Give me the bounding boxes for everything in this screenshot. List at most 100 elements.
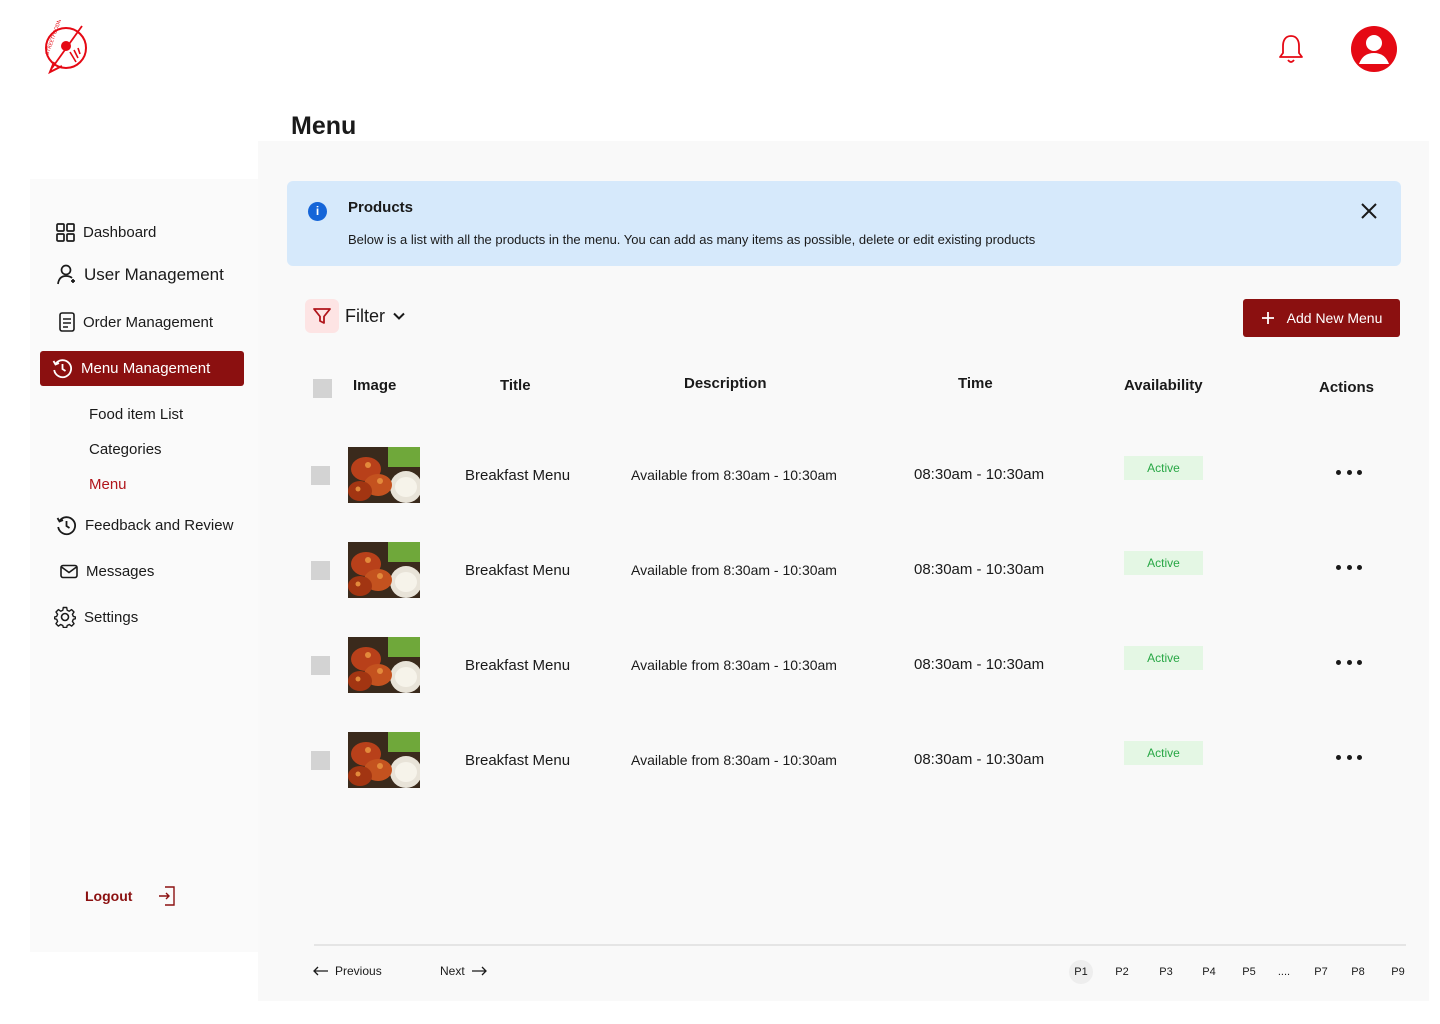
sidebar-item-messages[interactable]: Messages (60, 563, 154, 580)
chevron-down-icon (393, 312, 405, 320)
table-row[interactable]: Breakfast Menu Available from 8:30am - 1… (258, 637, 1429, 697)
row-description: Available from 8:30am - 10:30am (631, 752, 837, 768)
previous-button[interactable]: Previous (313, 964, 382, 978)
row-checkbox[interactable] (311, 466, 330, 485)
page-button[interactable]: P9 (1386, 960, 1410, 984)
table-row[interactable]: Breakfast Menu Available from 8:30am - 1… (258, 542, 1429, 602)
streetfood-logo: STREETFOODNG (45, 20, 87, 75)
sidebar-item-label: Order Management (83, 313, 214, 331)
next-label: Next (440, 964, 465, 978)
page-button[interactable]: P3 (1154, 960, 1178, 984)
sidebar-item-user-management[interactable]: User Management (56, 264, 224, 285)
sidebar-item-dashboard[interactable]: Dashboard (56, 223, 156, 242)
column-header-title: Title (500, 377, 531, 394)
food-thumbnail (348, 542, 420, 598)
main-content: i Products Below is a list with all the … (258, 141, 1429, 1001)
arrow-right-icon (471, 966, 487, 976)
column-header-actions: Actions (1319, 379, 1375, 396)
food-thumbnail (348, 447, 420, 503)
banner-title: Products (348, 199, 414, 216)
add-new-menu-button[interactable]: Add New Menu (1243, 299, 1400, 337)
row-title: Breakfast Menu (465, 752, 571, 769)
row-title: Breakfast Menu (465, 467, 571, 484)
status-badge: Active (1124, 741, 1203, 765)
bell-icon[interactable] (1276, 33, 1306, 65)
history-icon (52, 359, 72, 379)
logout-label: Logout (85, 888, 133, 904)
row-checkbox[interactable] (311, 561, 330, 580)
status-badge: Active (1124, 646, 1203, 670)
page-button[interactable]: P5 (1237, 960, 1261, 984)
status-badge: Active (1124, 456, 1203, 480)
sidebar-subitem-menu[interactable]: Menu (89, 476, 127, 493)
mail-icon (60, 564, 78, 579)
row-description: Available from 8:30am - 10:30am (631, 657, 837, 673)
page-button[interactable]: P4 (1197, 960, 1221, 984)
page-button[interactable]: P7 (1309, 960, 1333, 984)
plus-icon (1261, 312, 1274, 324)
arrow-left-icon (313, 966, 328, 976)
close-icon[interactable] (1359, 201, 1379, 221)
sidebar-item-label: Settings (84, 608, 139, 626)
more-actions-icon[interactable] (1336, 749, 1362, 765)
user-outline-icon (57, 264, 75, 285)
page-button[interactable]: P1 (1069, 960, 1093, 984)
page-ellipsis: .... (1277, 966, 1291, 978)
select-all-checkbox[interactable] (313, 379, 332, 398)
sidebar-item-label: Messages (86, 563, 155, 580)
food-thumbnail (348, 732, 420, 788)
sidebar-item-menu-management[interactable]: Menu Management (40, 351, 244, 386)
table-row[interactable]: Breakfast Menu Available from 8:30am - 1… (258, 447, 1429, 507)
sidebar: Dashboard User Management Order Manageme… (30, 179, 258, 952)
sidebar-subitem-categories[interactable]: Categories (89, 441, 162, 458)
sidebar-subitem-food-item-list[interactable]: Food item List (89, 406, 183, 423)
page-button[interactable]: P2 (1110, 960, 1134, 984)
filter-icon (305, 299, 339, 333)
document-icon (59, 312, 75, 332)
previous-label: Previous (335, 964, 382, 978)
sidebar-item-label: Dashboard (83, 224, 157, 241)
table-row[interactable]: Breakfast Menu Available from 8:30am - 1… (258, 732, 1429, 792)
page-button[interactable]: P8 (1346, 960, 1370, 984)
more-actions-icon[interactable] (1336, 559, 1362, 575)
info-banner: i Products Below is a list with all the … (287, 181, 1401, 266)
banner-text: Below is a list with all the products in… (348, 232, 1036, 247)
food-thumbnail (348, 637, 420, 693)
gear-icon (54, 606, 76, 628)
sidebar-item-label: Feedback and Review (85, 517, 234, 534)
more-actions-icon[interactable] (1336, 654, 1362, 670)
info-icon: i (308, 202, 327, 221)
next-button[interactable]: Next (440, 964, 487, 978)
user-icon (1359, 35, 1389, 64)
sidebar-item-order-management[interactable]: Order Management (59, 312, 213, 332)
row-checkbox[interactable] (311, 751, 330, 770)
row-description: Available from 8:30am - 10:30am (631, 562, 837, 578)
page-title: Menu (291, 112, 357, 140)
pagination-divider (314, 944, 1406, 946)
row-description: Available from 8:30am - 10:30am (631, 467, 837, 483)
filter-button[interactable]: Filter (305, 299, 407, 333)
column-header-availability: Availability (1124, 377, 1203, 394)
row-time: 08:30am - 10:30am (914, 466, 1045, 483)
column-header-description: Description (684, 375, 767, 392)
logout-icon (159, 886, 176, 906)
sidebar-item-settings[interactable]: Settings (54, 606, 138, 628)
column-header-time: Time (958, 375, 993, 392)
row-title: Breakfast Menu (465, 657, 571, 674)
grid-icon (56, 223, 75, 242)
row-title: Breakfast Menu (465, 562, 571, 579)
more-actions-icon[interactable] (1336, 464, 1362, 480)
status-badge: Active (1124, 551, 1203, 575)
logout-button[interactable]: Logout (85, 886, 176, 906)
row-time: 08:30am - 10:30am (914, 751, 1045, 768)
row-time: 08:30am - 10:30am (914, 656, 1045, 673)
sidebar-item-label: Menu Management (81, 360, 211, 377)
avatar[interactable] (1351, 26, 1397, 72)
row-time: 08:30am - 10:30am (914, 561, 1045, 578)
add-new-menu-label: Add New Menu (1286, 310, 1383, 326)
sidebar-item-feedback[interactable]: Feedback and Review (56, 515, 233, 536)
column-header-image: Image (353, 377, 397, 394)
row-checkbox[interactable] (311, 656, 330, 675)
sidebar-item-label: User Management (84, 264, 224, 284)
filter-label: Filter (345, 305, 385, 326)
